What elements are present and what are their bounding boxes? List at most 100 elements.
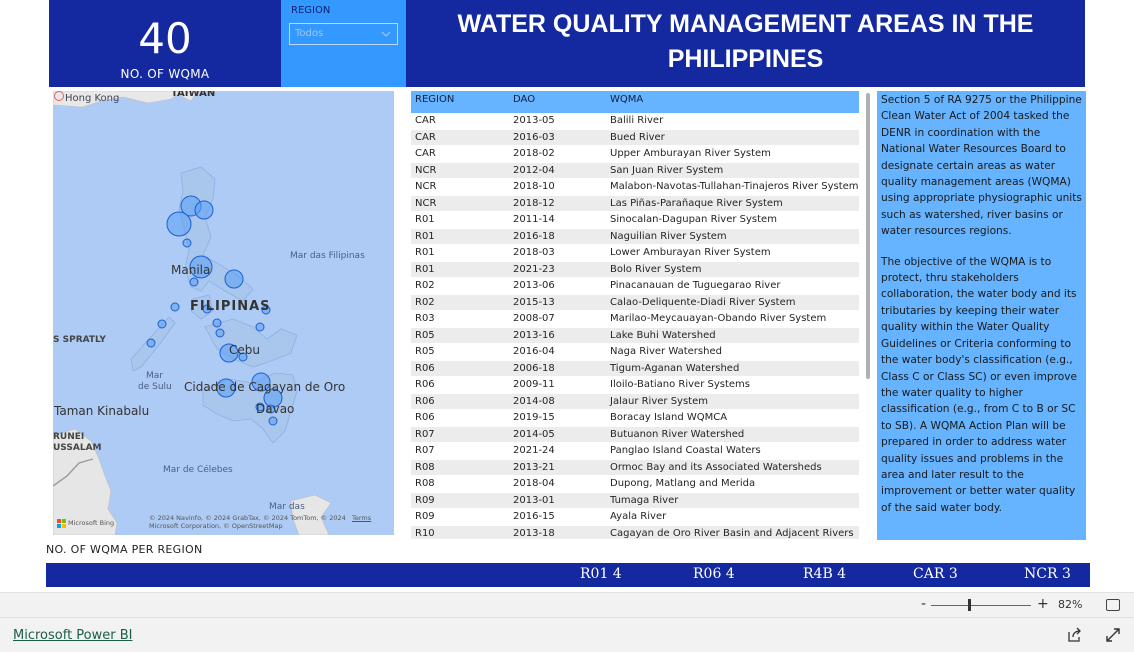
table-row[interactable]: R03 2008-07 Marilao-Meycauayan-Obando Rive…	[411, 311, 859, 328]
map-label-hong-kong: Hong Kong	[65, 93, 120, 104]
cell-wqma: Butuanon River Watershed	[610, 428, 745, 440]
table-row[interactable]: R06 2009-11 Iloilo-Batiano River Systems	[411, 377, 859, 394]
table-row[interactable]: R09 2016-15 Ayala River	[411, 509, 859, 526]
fit-to-page-icon[interactable]	[1106, 599, 1120, 611]
cell-wqma: Ormoc Bay and its Associated Watersheds	[610, 461, 822, 473]
table-row[interactable]: R05 2013-16 Lake Buhi Watershed	[411, 327, 859, 344]
cell-dao: 2013-18	[513, 527, 555, 539]
zoom-bar: - + 82%	[0, 592, 1134, 617]
table-body: CAR 2013-05 Balili River CAR 2016-03 Bued Riv…	[411, 113, 859, 539]
cell-region: R07	[415, 445, 435, 456]
table-header: REGION DAO WQMA	[411, 91, 859, 113]
cell-dao: 2008-07	[513, 313, 555, 324]
column-header-dao[interactable]: DAO	[513, 94, 535, 105]
cell-region: R08	[415, 478, 435, 489]
table-row[interactable]: R02 2013-06 Pinacanauan de Tuguegarao Rive…	[411, 278, 859, 295]
footer-bar: Microsoft Power BI	[0, 617, 1134, 652]
table-row[interactable]: R07 2021-24 Panglao Island Coastal Waters	[411, 443, 859, 460]
cell-wqma: Calao-Deliquente-Diadi River System	[610, 296, 796, 308]
region-dropdown[interactable]: Todos	[289, 23, 398, 45]
ticker-item: CAR 3	[913, 566, 958, 582]
cell-region: R05	[415, 346, 435, 357]
cell-wqma: Lower Amburayan River System	[610, 247, 771, 258]
cell-wqma: Naga River Watershed	[610, 346, 722, 357]
cell-dao: 2016-03	[513, 131, 555, 143]
table-row[interactable]: R01 2018-03 Lower Amburayan River System	[411, 245, 859, 262]
zoom-in-button[interactable]: +	[1037, 596, 1049, 612]
zoom-slider-track[interactable]	[931, 605, 1031, 606]
table-row[interactable]: R05 2016-04 Naga River Watershed	[411, 344, 859, 361]
wqma-description-panel: Section 5 of RA 9275 or the Philippine C…	[877, 91, 1086, 540]
ticker-item: R06 4	[693, 566, 735, 582]
table-row[interactable]: R06 2014-08 Jalaur River System	[411, 393, 859, 410]
map-label-kinabalu: Taman Kinabalu	[54, 404, 150, 418]
cell-region: R09	[415, 511, 435, 522]
cell-dao: 2016-04	[513, 346, 555, 357]
map-label-cagayan: Cidade de Cagayan de Oro	[184, 380, 346, 394]
table-row[interactable]: NCR 2018-10 Malabon-Navotas-Tullahan-Tinaj…	[411, 179, 859, 196]
power-bi-link[interactable]: Microsoft Power BI	[13, 628, 132, 643]
cell-wqma: Tumaga River	[610, 494, 679, 506]
table-row[interactable]: R06 2006-18 Tigum-Aganan Watershed	[411, 360, 859, 377]
table-scrollbar[interactable]	[866, 93, 870, 379]
cell-dao: 2021-24	[513, 445, 555, 456]
cell-dao: 2018-10	[513, 181, 555, 192]
cell-region: CAR	[415, 131, 436, 143]
map-label-filipinas: FILIPINAS	[190, 299, 271, 314]
cell-region: R05	[415, 329, 435, 341]
cell-wqma: Ayala River	[610, 511, 667, 522]
description-paragraph-2: The objective of the WQMA is to protect,…	[881, 255, 1078, 514]
cell-region: R01	[415, 263, 435, 275]
table-row[interactable]: R08 2013-21 Ormoc Bay and its Associated W…	[411, 459, 859, 476]
description-paragraph-1: Section 5 of RA 9275 or the Philippine C…	[881, 94, 1082, 238]
fullscreen-icon[interactable]	[1105, 627, 1121, 643]
cell-wqma: Malabon-Navotas-Tullahan-Tinajeros River…	[610, 181, 859, 192]
map-label-mar-sulu-1: Mar	[146, 371, 163, 381]
map-label-brunei-1: RUNEI	[53, 432, 85, 442]
table-row[interactable]: R01 2021-23 Bolo River System	[411, 261, 859, 278]
chevron-down-icon	[381, 31, 391, 37]
cell-wqma: Dupong, Matlang and Merida	[610, 478, 756, 489]
page-title: WATER QUALITY MANAGEMENT AREAS IN THE PH…	[406, 0, 1085, 87]
table-row[interactable]: R08 2018-04 Dupong, Matlang and Merida	[411, 476, 859, 493]
zoom-level: 82%	[1058, 598, 1083, 611]
cell-dao: 2012-04	[513, 164, 555, 176]
cell-wqma: Balili River	[610, 115, 664, 126]
table-row[interactable]: CAR 2018-02 Upper Amburayan River System	[411, 146, 859, 163]
wqma-count-value: 40	[138, 14, 192, 63]
column-header-region[interactable]: REGION	[415, 94, 454, 105]
zoom-slider-thumb[interactable]	[968, 599, 971, 611]
cell-wqma: Cagayan de Oro River Basin and Adjacent …	[610, 527, 854, 539]
cell-region: NCR	[415, 181, 437, 192]
hong-kong-marker-icon	[54, 91, 64, 101]
column-header-wqma[interactable]: WQMA	[610, 94, 643, 105]
table-row[interactable]: NCR 2012-04 San Juan River System	[411, 162, 859, 179]
table-row[interactable]: R01 2011-14 Sinocalan-Dagupan River System	[411, 212, 859, 229]
cell-wqma: Sinocalan-Dagupan River System	[610, 214, 777, 225]
share-icon[interactable]	[1067, 627, 1083, 643]
cell-dao: 2006-18	[513, 362, 555, 374]
zoom-out-button[interactable]: -	[921, 596, 926, 612]
cell-dao: 2014-08	[513, 395, 555, 407]
table-row[interactable]: CAR 2013-05 Balili River	[411, 113, 859, 130]
map-label-mar-filipinas: Mar das Filipinas	[290, 251, 365, 261]
map-label-celebes: Mar de Célebes	[163, 465, 233, 475]
table-row[interactable]: R06 2019-15 Boracay Island WQMCA	[411, 410, 859, 427]
table-row[interactable]: CAR 2016-03 Bued River	[411, 129, 859, 146]
map-terms-link[interactable]: Terms	[352, 514, 371, 522]
table-row[interactable]: R01 2016-18 Naguilian River System	[411, 228, 859, 245]
cell-region: R06	[415, 395, 435, 407]
table-row[interactable]: NCR 2018-12 Las Piñas-Parañaque River Syst…	[411, 195, 859, 212]
cell-dao: 2018-03	[513, 247, 555, 258]
map-label-spratly: S SPRATLY	[53, 335, 106, 345]
table-row[interactable]: R07 2014-05 Butuanon River Watershed	[411, 426, 859, 443]
table-row[interactable]: R02 2015-13 Calao-Deliquente-Diadi River S…	[411, 294, 859, 311]
table-row[interactable]: R09 2013-01 Tumaga River	[411, 492, 859, 509]
cell-dao: 2016-15	[513, 511, 555, 522]
map-bing-label: Microsoft Bing	[68, 519, 115, 527]
ticker-item: R01 4	[580, 566, 622, 582]
cell-wqma: Bolo River System	[610, 263, 702, 275]
per-region-ticker: R01 4 R06 4 R4B 4 CAR 3 NCR 3	[46, 563, 1090, 587]
wqma-map[interactable]: Hong Kong TAIWAN Mar das Filipinas Manil…	[53, 91, 394, 535]
table-row[interactable]: R10 2013-18 Cagayan de Oro River Basin and…	[411, 525, 859, 539]
